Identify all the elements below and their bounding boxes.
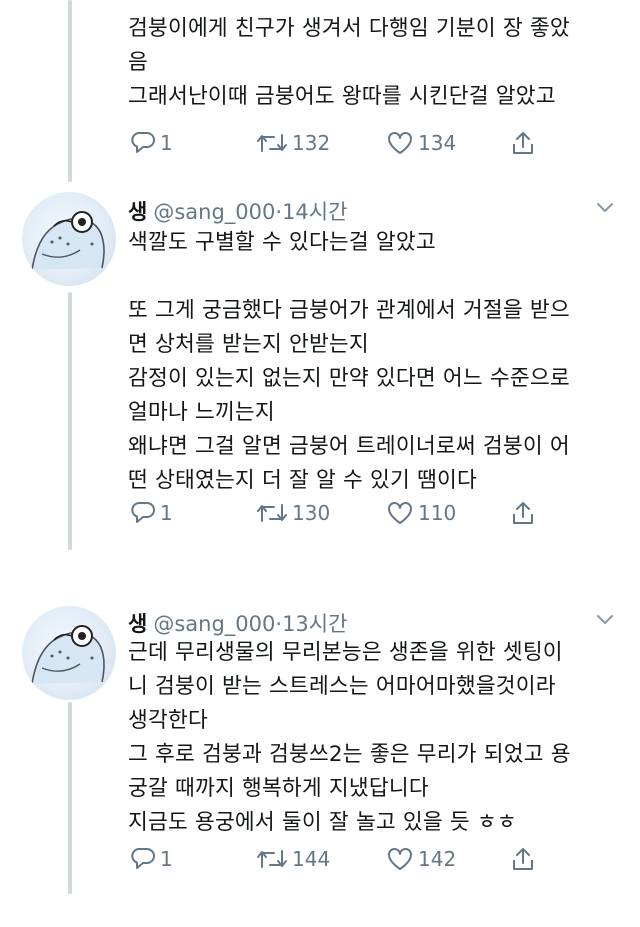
chevron-down-icon[interactable] [596,202,614,214]
reply-icon [131,502,155,523]
tweet-actions: 1 144 142 [130,844,550,874]
tweet[interactable]: 검붕이에게 친구가 생겨서 다행임 기분이 장 좋았 음 그래서난이때 금붕어도… [0,0,640,180]
like-count: 134 [418,131,457,155]
like-button[interactable]: 134 [386,128,456,158]
tweet-actions: 1 132 134 [130,128,550,158]
share-button[interactable] [510,844,536,874]
retweet-icon [257,504,287,522]
retweet-icon [257,850,287,868]
tweet-text: 색깔도 구별할 수 있다는걸 알았고 또 그게 궁금했다 금붕어가 관계에서 거… [128,230,570,493]
like-button[interactable]: 142 [386,844,456,874]
like-count: 110 [418,501,457,525]
share-icon [513,502,533,524]
like-icon [388,502,412,524]
retweet-icon [257,134,287,152]
like-button[interactable]: 110 [386,498,456,528]
share-button[interactable] [510,498,536,528]
like-count: 142 [418,847,457,871]
tweet-text: 검붕이에게 친구가 생겨서 다행임 기분이 장 좋았 음 그래서난이때 금붕어도… [128,16,570,109]
tweet-header: 생 @sang_000·13시간 [128,608,347,638]
reply-icon [131,132,155,153]
tweet-text: 근데 무리생물의 무리본능은 생존을 위한 셋팅이 니 검붕이 받는 스트레스는… [128,640,571,835]
reply-count: 1 [160,847,173,871]
share-button[interactable] [510,128,536,158]
reply-button[interactable]: 1 [130,128,173,158]
tweet[interactable]: 생 @sang_000·14시간 색깔도 구별할 수 있다는걸 알았고 또 그게 … [0,186,640,546]
timestamp[interactable]: 13시간 [282,612,347,636]
retweet-button[interactable]: 132 [256,128,330,158]
display-name[interactable]: 생 [128,612,147,636]
retweet-count: 130 [292,501,331,525]
retweet-count: 132 [292,131,331,155]
handle[interactable]: @sang_000 [153,200,275,224]
reply-count: 1 [160,501,173,525]
reply-button[interactable]: 1 [130,498,173,528]
handle[interactable]: @sang_000 [153,612,275,636]
retweet-count: 144 [292,847,331,871]
share-icon [513,848,533,870]
like-icon [388,132,412,154]
retweet-button[interactable]: 144 [256,844,330,874]
avatar[interactable] [22,606,116,700]
avatar[interactable] [22,192,116,286]
reply-button[interactable]: 1 [130,844,173,874]
reply-count: 1 [160,131,173,155]
tweet-header: 생 @sang_000·14시간 [128,196,347,226]
retweet-button[interactable]: 130 [256,498,330,528]
avatar-frog [31,211,105,271]
timestamp[interactable]: 14시간 [282,200,347,224]
reply-icon [131,848,155,869]
display-name[interactable]: 생 [128,200,147,224]
chevron-down-icon[interactable] [596,614,614,626]
avatar-frog [31,625,105,685]
like-icon [388,848,412,870]
share-icon [513,132,533,154]
tweet-actions: 1 130 110 [130,498,550,528]
tweet[interactable]: 생 @sang_000·13시간 근데 무리생물의 무리본능은 생존을 위한 셋팅… [0,598,640,898]
